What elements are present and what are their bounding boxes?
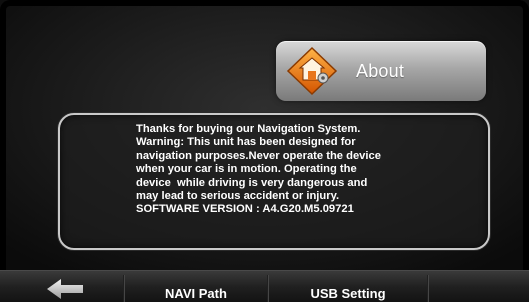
about-info-text: Thanks for buying our Navigation System.… (136, 123, 381, 216)
page-title: About (356, 61, 405, 81)
info-panel: Thanks for buying our Navigation System.… (58, 113, 490, 250)
toolbar-empty-slot (428, 271, 529, 302)
home-settings-icon (286, 46, 338, 96)
bottom-toolbar: NAVI Path USB Setting (0, 270, 529, 302)
about-header-tile: About (276, 41, 486, 101)
usb-setting-button[interactable]: USB Setting (268, 271, 428, 302)
navi-path-button[interactable]: NAVI Path (124, 271, 268, 302)
back-button[interactable] (0, 271, 124, 302)
about-screen: About Thanks for buying our Navigation S… (0, 0, 529, 302)
back-arrow-icon (47, 279, 83, 299)
